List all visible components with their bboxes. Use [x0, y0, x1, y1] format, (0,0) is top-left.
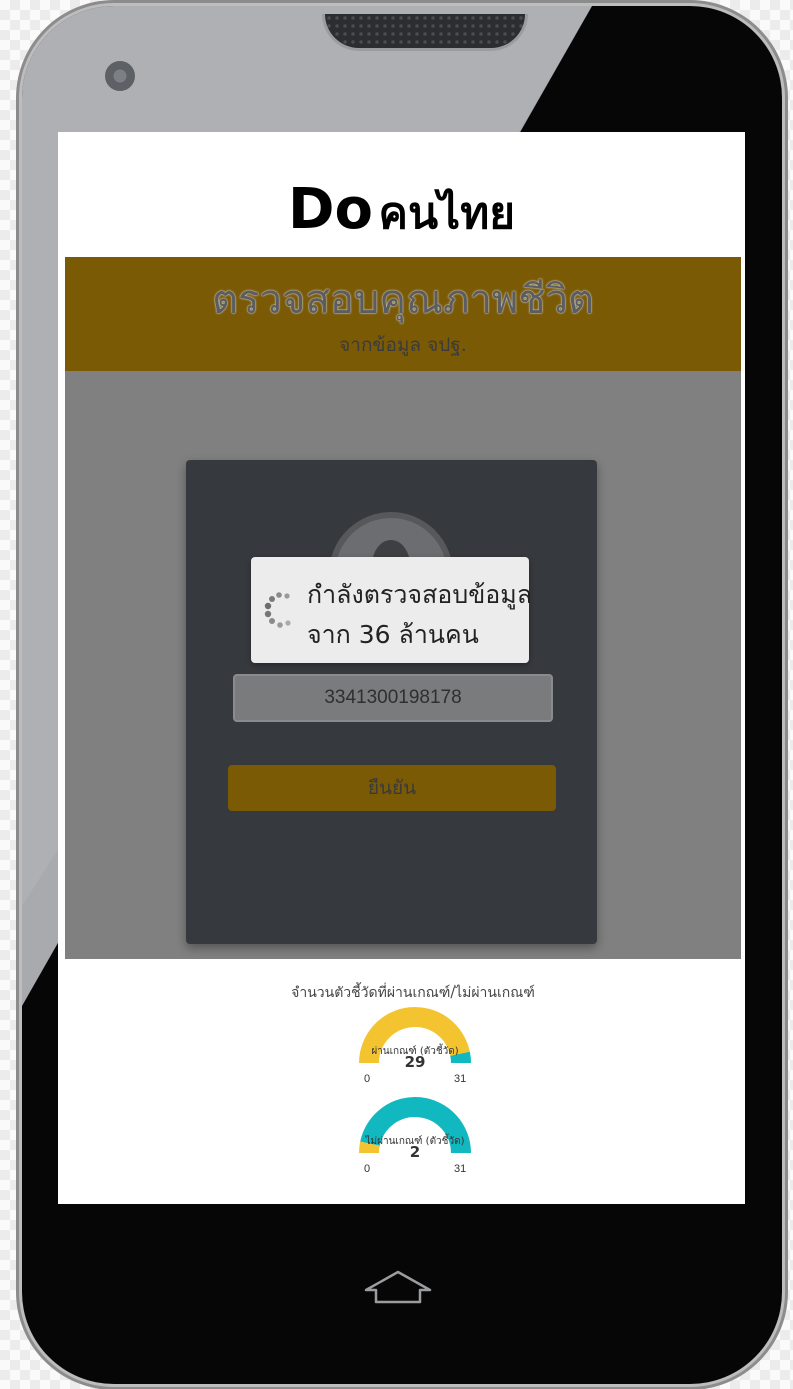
login-card: 3341300198178 ยืนยัน [186, 460, 597, 944]
gauge-fail-min: 0 [364, 1163, 371, 1175]
loading-line-1: กำลังตรวจสอบข้อมูล [307, 580, 533, 609]
app-screenshot: ตรวจสอบคุณภาพชีวิต จากข้อมูล จปฐ. 334130… [65, 257, 741, 959]
banner-title: ตรวจสอบคุณภาพชีวิต [212, 277, 594, 323]
loading-dialog: กำลังตรวจสอบข้อมูล จาก 36 ล้านคน [251, 557, 533, 663]
headline-th: คนไทย [378, 188, 515, 239]
gauge-pass-max: 31 [454, 1073, 467, 1085]
gauge-fail: ไม่ผ่านเกณฑ์ (ตัวชี้วัด) 2 0 31 [350, 1095, 480, 1175]
phone-screen: Do คนไทย ตรวจสอบคุณภาพชีวิต จากข้อมูล จป… [58, 132, 745, 1204]
gauge-pass-min: 0 [364, 1073, 371, 1085]
headline-en: Do [288, 177, 373, 242]
citizen-id-input[interactable]: 3341300198178 [233, 674, 553, 722]
speaker-grille [322, 14, 528, 51]
gauge-pass: ผ่านเกณฑ์ (ตัวชี้วัด) 29 0 31 [350, 1005, 480, 1085]
loading-spinner-icon [264, 592, 291, 628]
banner-subtitle: จากข้อมูล จปฐ. [339, 334, 467, 356]
app-banner: ตรวจสอบคุณภาพชีวิต จากข้อมูล จปฐ. [65, 257, 741, 371]
gauge-pass-value: 29 [404, 1053, 426, 1071]
headline: Do คนไทย [58, 177, 745, 248]
confirm-button[interactable]: ยืนยัน [228, 765, 556, 811]
gauge-fail-value: 2 [409, 1143, 421, 1161]
loading-line-2: จาก 36 ล้านคน [307, 620, 479, 649]
front-camera-icon [105, 61, 135, 91]
home-outline-icon[interactable] [362, 1268, 434, 1308]
gauge-fail-max: 31 [454, 1163, 467, 1175]
stats-title: จำนวนตัวชี้วัดที่ผ่านเกณฑ์/ไม่ผ่านเกณฑ์ [291, 985, 535, 1001]
